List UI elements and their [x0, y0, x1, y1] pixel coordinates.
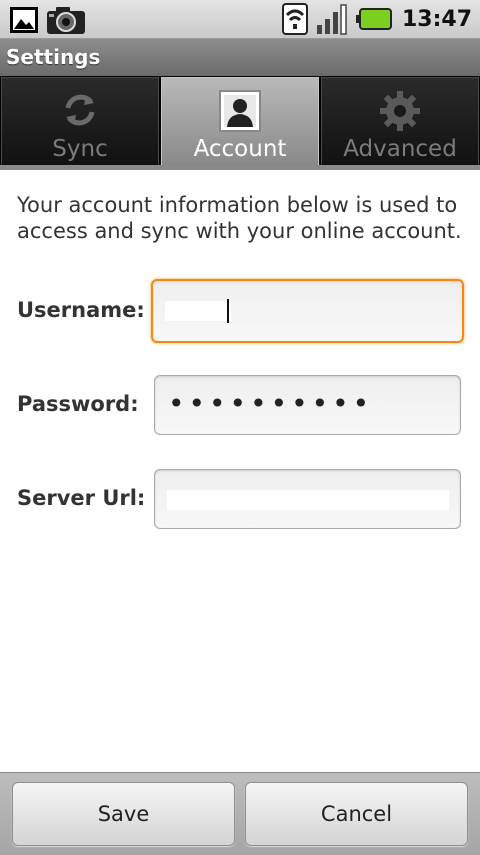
account-icon — [219, 90, 261, 132]
tab-sync-label: Sync — [52, 136, 108, 162]
battery-icon — [355, 8, 392, 30]
username-value-obscured — [165, 301, 231, 321]
tab-underline — [0, 165, 480, 170]
gallery-notification-icon — [10, 7, 38, 33]
server-url-label: Server Url: — [17, 486, 146, 510]
signal-icon — [316, 4, 347, 35]
tab-account-label: Account — [193, 136, 287, 162]
password-row: Password: •••••••••• — [0, 375, 480, 439]
title-bar: Settings — [0, 39, 480, 77]
username-label: Username: — [17, 298, 145, 322]
tab-bar: Sync Account Advanced — [0, 76, 480, 170]
sync-icon — [65, 94, 95, 126]
account-description: Your account information below is used t… — [17, 193, 462, 243]
gear-icon — [380, 91, 420, 131]
cancel-button[interactable]: Cancel — [245, 782, 468, 846]
tab-sync[interactable]: Sync — [1, 77, 159, 168]
save-button[interactable]: Save — [12, 782, 235, 846]
server-url-input[interactable] — [154, 469, 461, 529]
password-input[interactable]: •••••••••• — [154, 375, 461, 435]
server-url-row: Server Url: — [0, 469, 480, 533]
page-title: Settings — [6, 45, 101, 69]
status-bar: 13:47 — [0, 0, 480, 39]
server-url-value-obscured — [167, 490, 449, 510]
camera-notification-icon — [47, 7, 85, 34]
password-label: Password: — [17, 392, 139, 416]
wifi-icon — [281, 3, 308, 35]
text-cursor — [227, 299, 229, 323]
tab-advanced[interactable]: Advanced — [321, 77, 479, 168]
button-bar: Save Cancel — [0, 772, 480, 855]
tab-advanced-label: Advanced — [343, 136, 457, 162]
password-masked-value: •••••••••• — [168, 387, 374, 420]
tab-account[interactable]: Account — [161, 77, 319, 168]
username-input[interactable] — [151, 279, 464, 343]
notification-icons — [10, 5, 86, 35]
username-row: Username: — [0, 279, 480, 345]
clock: 13:47 — [401, 6, 472, 32]
